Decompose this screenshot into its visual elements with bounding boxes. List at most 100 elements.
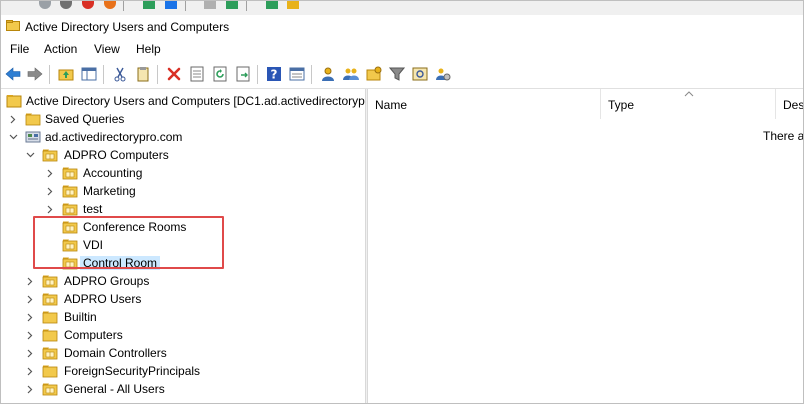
export-list-icon[interactable] <box>234 65 252 83</box>
chevron-right-icon[interactable] <box>45 167 55 179</box>
quick-icon-8[interactable] <box>226 1 238 9</box>
quick-separator <box>123 1 124 11</box>
organizational-unit-icon <box>42 148 58 162</box>
quick-icon-10[interactable] <box>287 1 299 9</box>
new-user-icon[interactable] <box>319 65 337 83</box>
tree-node-computers[interactable]: Computers <box>1 326 365 344</box>
tree-node-adpro-computers[interactable]: ADPRO Computers <box>1 146 365 164</box>
new-group-icon[interactable] <box>342 65 360 83</box>
tree-node-label: ad.activedirectorypro.com <box>45 130 183 144</box>
cut-icon[interactable] <box>111 65 129 83</box>
organizational-unit-icon <box>42 274 58 288</box>
refresh-icon[interactable] <box>211 65 229 83</box>
delete-icon[interactable] <box>165 65 183 83</box>
tree-node-label: Marketing <box>83 184 136 198</box>
tree-node-label: Active Directory Users and Computers [DC… <box>26 94 365 108</box>
quick-icon-1[interactable] <box>39 1 51 9</box>
tree-node-marketing[interactable]: Marketing <box>1 182 365 200</box>
tree-node-test[interactable]: test <box>1 200 365 218</box>
back-arrow-icon[interactable] <box>4 65 22 83</box>
quick-icon-4[interactable] <box>104 1 116 9</box>
chevron-right-icon[interactable] <box>25 293 35 305</box>
filter-icon[interactable] <box>388 65 406 83</box>
tree-node-adpro-users[interactable]: ADPRO Users <box>1 290 365 308</box>
show-hide-tree-icon[interactable] <box>80 65 98 83</box>
folder-icon <box>25 112 41 126</box>
tree-node-foreignsecurityprincipals[interactable]: ForeignSecurityPrincipals <box>1 362 365 380</box>
organizational-unit-icon <box>62 238 78 252</box>
tree-node-label: Saved Queries <box>45 112 125 126</box>
chevron-down-icon[interactable] <box>25 149 35 161</box>
add-to-group-icon[interactable] <box>434 65 452 83</box>
quick-icon-7[interactable] <box>204 1 216 9</box>
tree-node-vdi[interactable]: VDI <box>1 236 365 254</box>
chevron-right-icon[interactable] <box>25 347 35 359</box>
empty-list-message: There ar <box>763 129 803 143</box>
chevron-down-icon[interactable] <box>8 131 18 143</box>
menu-file[interactable]: File <box>10 42 29 56</box>
sort-ascending-icon <box>684 91 694 97</box>
forward-arrow-icon[interactable] <box>26 65 44 83</box>
tree-node-builtin[interactable]: Builtin <box>1 308 365 326</box>
tree-node-label: ADPRO Users <box>64 292 142 306</box>
menu-action[interactable]: Action <box>44 42 77 56</box>
up-folder-icon[interactable] <box>57 65 75 83</box>
toolbar-separator <box>257 65 258 84</box>
column-header-description[interactable]: Desc <box>776 89 803 119</box>
tree-node-conference-rooms[interactable]: Conference Rooms <box>1 218 365 236</box>
new-ou-icon[interactable] <box>365 65 383 83</box>
tree-node-accounting[interactable]: Accounting <box>1 164 365 182</box>
domain-icon <box>25 130 41 144</box>
chevron-right-icon[interactable] <box>8 113 18 125</box>
chevron-right-icon[interactable] <box>25 311 35 323</box>
tree-node-control-room[interactable]: Control Room <box>1 254 365 272</box>
toolbar-separator <box>49 65 50 84</box>
chevron-right-icon[interactable] <box>25 329 35 341</box>
menu-help[interactable]: Help <box>136 42 161 56</box>
chevron-right-icon[interactable] <box>25 365 35 377</box>
find-icon[interactable] <box>411 65 429 83</box>
chevron-right-icon[interactable] <box>25 275 35 287</box>
tree-node-label: ADPRO Computers <box>64 148 169 162</box>
tree-node-domain-controllers[interactable]: Domain Controllers <box>1 344 365 362</box>
tree-node-label: Conference Rooms <box>83 220 187 234</box>
copy-icon[interactable] <box>134 65 152 83</box>
toolbar-separator <box>103 65 104 84</box>
column-name-label: Name <box>375 98 408 112</box>
toolbar-separator <box>311 65 312 84</box>
adu-window: Active Directory Users and Computers Fil… <box>0 0 804 404</box>
quick-icon-3[interactable] <box>82 1 94 9</box>
tree-node-label: Builtin <box>64 310 97 324</box>
window-title: Active Directory Users and Computers <box>25 20 230 34</box>
chevron-right-icon[interactable] <box>45 185 55 197</box>
tree-node-general-all-users[interactable]: General - All Users <box>1 380 365 398</box>
chevron-right-icon[interactable] <box>45 203 55 215</box>
chevron-right-icon[interactable] <box>25 383 35 395</box>
properties-icon[interactable] <box>188 65 206 83</box>
svg-text:?: ? <box>271 68 278 82</box>
tree-node-ad-activedirectorypro-com[interactable]: ad.activedirectorypro.com <box>1 128 365 146</box>
tree-node-label: Control Room <box>80 256 161 270</box>
organizational-unit-icon <box>62 256 78 270</box>
tree-node-label: ADPRO Groups <box>64 274 150 288</box>
organizational-unit-icon <box>62 184 78 198</box>
quick-icon-2[interactable] <box>60 1 72 9</box>
column-header-name[interactable]: Name <box>368 89 601 119</box>
tree-node-label: General - All Users <box>64 382 165 396</box>
tree-root-node[interactable]: Active Directory Users and Computers [DC… <box>1 92 365 110</box>
help-icon[interactable]: ? <box>265 65 283 83</box>
quick-icon-9[interactable] <box>266 1 278 9</box>
quick-icon-5[interactable] <box>143 1 155 9</box>
quick-icon-6[interactable] <box>165 1 177 9</box>
tree-node-adpro-groups[interactable]: ADPRO Groups <box>1 272 365 290</box>
quick-separator <box>246 1 247 11</box>
tree-node-saved-queries[interactable]: Saved Queries <box>1 110 365 128</box>
tree-node-label: Accounting <box>83 166 143 180</box>
menu-view[interactable]: View <box>94 42 120 56</box>
folder-icon <box>42 328 58 342</box>
organizational-unit-icon <box>42 292 58 306</box>
tree-node-label: VDI <box>83 238 104 252</box>
aduc-app-icon <box>6 20 20 31</box>
mmc-console-icon[interactable] <box>288 65 306 83</box>
tree-pane: Active Directory Users and Computers [DC… <box>1 89 365 403</box>
